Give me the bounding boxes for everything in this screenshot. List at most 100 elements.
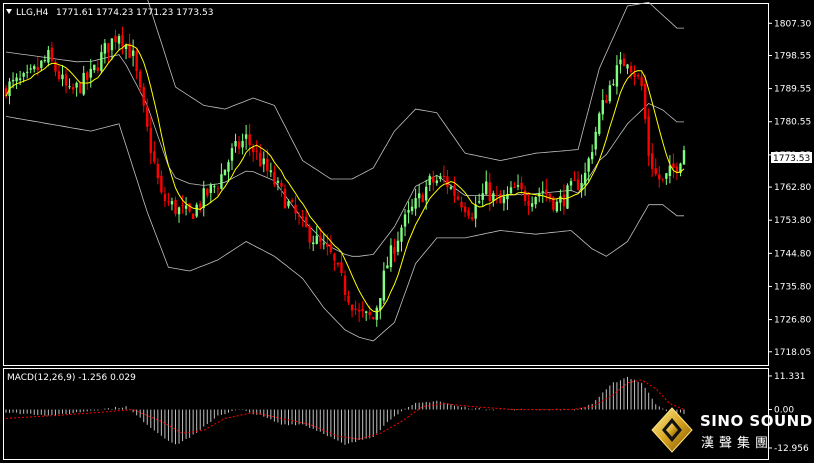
candle-body <box>566 185 569 209</box>
candle-body <box>167 201 170 203</box>
candle-body <box>71 87 75 90</box>
candle-body <box>372 317 375 319</box>
candle-body <box>400 227 403 242</box>
candle-body <box>280 182 283 187</box>
candle-body <box>89 68 92 78</box>
candle-body <box>251 147 255 153</box>
candle-body <box>312 242 315 245</box>
candle-body <box>435 180 439 184</box>
candle-body <box>100 52 103 71</box>
candle-body <box>417 193 421 199</box>
candle-body <box>36 67 39 70</box>
candle-body <box>184 205 188 209</box>
candle-body <box>396 240 400 252</box>
candle-body <box>333 253 336 261</box>
candle-body <box>121 34 124 47</box>
candle-body <box>326 243 329 247</box>
candle-body <box>82 72 85 95</box>
candle-body <box>467 210 470 216</box>
candle-body <box>209 184 213 193</box>
logo-chinese-name: 漢聲集團 <box>701 435 773 451</box>
candle-body <box>347 295 350 303</box>
candle-body <box>213 186 216 188</box>
candle-body <box>227 162 230 172</box>
candle-body <box>562 194 566 207</box>
price-tick-label: 1807.30 <box>774 19 811 29</box>
candle-body <box>432 176 435 183</box>
candle-body <box>244 134 248 139</box>
triangle-down-icon[interactable] <box>6 9 12 14</box>
candle-body <box>170 201 174 205</box>
middle-band <box>5 51 684 257</box>
candle-body <box>160 175 163 193</box>
candle-body <box>414 198 417 209</box>
candle-body <box>138 71 142 88</box>
candle-body <box>569 181 573 186</box>
candle-body <box>386 265 389 269</box>
candle-body <box>266 158 269 171</box>
candle-body <box>297 215 301 217</box>
candle-body <box>389 245 393 268</box>
candle-body <box>64 74 68 86</box>
candle-body <box>290 200 294 203</box>
candle-body <box>421 194 424 203</box>
candle-body <box>651 153 654 170</box>
candle-body <box>615 65 619 87</box>
candle-body <box>534 197 537 205</box>
candle-body <box>407 209 410 213</box>
candle-body <box>442 175 446 177</box>
candle-body <box>672 163 675 168</box>
candle-body <box>364 311 368 313</box>
candle-body <box>322 243 326 245</box>
price-tick-label: 1753.80 <box>774 216 811 226</box>
candle-body <box>301 216 304 219</box>
logo-brand-name: SINO SOUND <box>700 412 813 430</box>
candle-body <box>47 49 50 63</box>
candle-body <box>287 201 290 207</box>
candle-body <box>668 165 672 176</box>
candle-body <box>605 100 608 104</box>
candle-body <box>206 188 209 196</box>
candle-body <box>477 201 481 203</box>
candle-body <box>474 204 477 219</box>
candle-body <box>22 73 25 77</box>
candle-body <box>262 158 265 165</box>
candle-body <box>18 78 22 80</box>
candle-body <box>636 74 640 77</box>
candle-body <box>40 60 43 68</box>
candle-body <box>541 191 544 193</box>
candle-body <box>149 127 152 154</box>
candle-body <box>273 171 276 185</box>
macd-histogram <box>5 376 685 445</box>
candle-body <box>248 134 251 146</box>
candle-body <box>283 188 287 209</box>
price-tick-label: 1718.05 <box>774 348 811 358</box>
candle-body <box>481 193 484 200</box>
candle-body <box>453 186 456 196</box>
candle-body <box>428 175 431 186</box>
candle-body <box>619 59 622 65</box>
candle-body <box>629 66 633 72</box>
candle-body <box>583 172 587 185</box>
candle-body <box>361 308 364 312</box>
candle-body <box>43 60 47 62</box>
candlesticks <box>4 26 686 327</box>
candle-body <box>33 66 36 70</box>
candle-body <box>643 84 647 120</box>
candle-body <box>488 182 491 202</box>
candle-body <box>576 179 580 190</box>
candle-body <box>516 185 520 187</box>
candle-body <box>57 71 61 80</box>
candle-body <box>665 173 668 179</box>
candle-body <box>594 131 597 150</box>
candle-body <box>559 196 562 203</box>
candle-body <box>343 275 347 295</box>
symbol-timeframe: LLG,H4 <box>16 8 49 18</box>
candle-body <box>612 83 615 85</box>
price-tick-label: 1744.80 <box>774 249 811 259</box>
candle-body <box>463 206 467 213</box>
candle-body <box>573 179 576 181</box>
candle-body <box>241 140 244 148</box>
candle-body <box>220 174 223 189</box>
candle-body <box>375 307 378 320</box>
